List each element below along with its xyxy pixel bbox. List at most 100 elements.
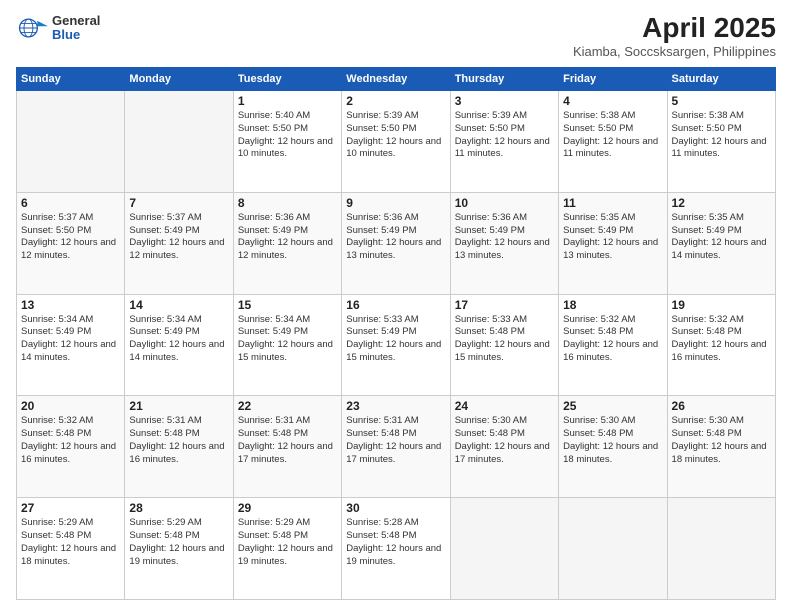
day-info: Sunrise: 5:37 AM Sunset: 5:49 PM Dayligh… bbox=[129, 212, 228, 263]
calendar-cell: 10 Sunrise: 5:36 AM Sunset: 5:49 PM Dayli… bbox=[450, 192, 558, 294]
calendar-cell: 27 Sunrise: 5:29 AM Sunset: 5:48 PM Dayli… bbox=[17, 498, 125, 600]
day-info: Sunrise: 5:33 AM Sunset: 5:48 PM Dayligh… bbox=[455, 314, 554, 365]
calendar-cell: 15Sunrise: 5:34 AM Sunset: 5:49 PM Dayli… bbox=[233, 294, 341, 396]
calendar-cell: 25 Sunrise: 5:30 AM Sunset: 5:48 PM Dayli… bbox=[559, 396, 667, 498]
day-number: 6 bbox=[21, 196, 120, 210]
logo: General Blue bbox=[16, 12, 100, 44]
logo-general-text: General bbox=[52, 14, 100, 28]
day-info: Sunrise: 5:30 AM Sunset: 5:48 PM Dayligh… bbox=[563, 415, 662, 466]
calendar-cell: 2Sunrise: 5:39 AM Sunset: 5:50 PM Daylig… bbox=[342, 91, 450, 193]
day-number: 30 bbox=[346, 501, 445, 515]
calendar-cell: 1 Sunrise: 5:40 AM Sunset: 5:50 PM Daylig… bbox=[233, 91, 341, 193]
calendar-cell: 21 Sunrise: 5:31 AM Sunset: 5:48 PM Dayli… bbox=[125, 396, 233, 498]
day-info: Sunrise: 5:29 AM Sunset: 5:48 PM Dayligh… bbox=[129, 517, 228, 568]
calendar-cell: 26Sunrise: 5:30 AM Sunset: 5:48 PM Dayli… bbox=[667, 396, 775, 498]
day-number: 11 bbox=[563, 196, 662, 210]
day-number: 23 bbox=[346, 399, 445, 413]
calendar-cell: 14 Sunrise: 5:34 AM Sunset: 5:49 PM Dayli… bbox=[125, 294, 233, 396]
day-number: 19 bbox=[672, 298, 771, 312]
title-block: April 2025 Kiamba, Soccsksargen, Philipp… bbox=[573, 12, 776, 59]
calendar-cell: 12 Sunrise: 5:35 AM Sunset: 5:49 PM Dayli… bbox=[667, 192, 775, 294]
calendar-header-row: SundayMondayTuesdayWednesdayThursdayFrid… bbox=[17, 68, 776, 91]
header: General Blue April 2025 Kiamba, Soccsksa… bbox=[16, 12, 776, 59]
calendar-cell: 23Sunrise: 5:31 AM Sunset: 5:48 PM Dayli… bbox=[342, 396, 450, 498]
day-info: Sunrise: 5:40 AM Sunset: 5:50 PM Dayligh… bbox=[238, 110, 337, 161]
calendar-cell: 4 Sunrise: 5:38 AM Sunset: 5:50 PM Daylig… bbox=[559, 91, 667, 193]
day-info: Sunrise: 5:34 AM Sunset: 5:49 PM Dayligh… bbox=[129, 314, 228, 365]
day-number: 24 bbox=[455, 399, 554, 413]
day-number: 7 bbox=[129, 196, 228, 210]
day-header-saturday: Saturday bbox=[667, 68, 775, 91]
day-number: 8 bbox=[238, 196, 337, 210]
day-number: 9 bbox=[346, 196, 445, 210]
calendar-cell: 30 Sunrise: 5:28 AM Sunset: 5:48 PM Dayli… bbox=[342, 498, 450, 600]
day-info: Sunrise: 5:33 AM Sunset: 5:49 PM Dayligh… bbox=[346, 314, 445, 365]
day-info: Sunrise: 5:38 AM Sunset: 5:50 PM Dayligh… bbox=[672, 110, 771, 161]
day-info: Sunrise: 5:36 AM Sunset: 5:49 PM Dayligh… bbox=[238, 212, 337, 263]
day-number: 27 bbox=[21, 501, 120, 515]
calendar-week-2: 6 Sunrise: 5:37 AM Sunset: 5:50 PM Daylig… bbox=[17, 192, 776, 294]
day-info: Sunrise: 5:38 AM Sunset: 5:50 PM Dayligh… bbox=[563, 110, 662, 161]
calendar-week-1: 1 Sunrise: 5:40 AM Sunset: 5:50 PM Daylig… bbox=[17, 91, 776, 193]
calendar-cell: 13 Sunrise: 5:34 AM Sunset: 5:49 PM Dayli… bbox=[17, 294, 125, 396]
calendar-cell: 3Sunrise: 5:39 AM Sunset: 5:50 PM Daylig… bbox=[450, 91, 558, 193]
day-header-sunday: Sunday bbox=[17, 68, 125, 91]
calendar-page: General Blue April 2025 Kiamba, Soccsksa… bbox=[0, 0, 792, 612]
calendar-cell: 11 Sunrise: 5:35 AM Sunset: 5:49 PM Dayli… bbox=[559, 192, 667, 294]
day-number: 15 bbox=[238, 298, 337, 312]
day-header-wednesday: Wednesday bbox=[342, 68, 450, 91]
day-number: 21 bbox=[129, 399, 228, 413]
day-info: Sunrise: 5:34 AM Sunset: 5:49 PM Dayligh… bbox=[21, 314, 120, 365]
day-info: Sunrise: 5:32 AM Sunset: 5:48 PM Dayligh… bbox=[563, 314, 662, 365]
calendar-cell: 20Sunrise: 5:32 AM Sunset: 5:48 PM Dayli… bbox=[17, 396, 125, 498]
calendar-cell: 18 Sunrise: 5:32 AM Sunset: 5:48 PM Dayli… bbox=[559, 294, 667, 396]
calendar-cell bbox=[125, 91, 233, 193]
day-info: Sunrise: 5:37 AM Sunset: 5:50 PM Dayligh… bbox=[21, 212, 120, 263]
calendar-cell: 6 Sunrise: 5:37 AM Sunset: 5:50 PM Daylig… bbox=[17, 192, 125, 294]
calendar-cell bbox=[450, 498, 558, 600]
logo-icon bbox=[16, 12, 48, 44]
month-title: April 2025 bbox=[573, 12, 776, 44]
day-number: 13 bbox=[21, 298, 120, 312]
day-number: 4 bbox=[563, 94, 662, 108]
day-info: Sunrise: 5:31 AM Sunset: 5:48 PM Dayligh… bbox=[129, 415, 228, 466]
day-number: 10 bbox=[455, 196, 554, 210]
day-info: Sunrise: 5:28 AM Sunset: 5:48 PM Dayligh… bbox=[346, 517, 445, 568]
day-info: Sunrise: 5:35 AM Sunset: 5:49 PM Dayligh… bbox=[672, 212, 771, 263]
day-header-tuesday: Tuesday bbox=[233, 68, 341, 91]
day-number: 5 bbox=[672, 94, 771, 108]
calendar-cell: 29Sunrise: 5:29 AM Sunset: 5:48 PM Dayli… bbox=[233, 498, 341, 600]
location: Kiamba, Soccsksargen, Philippines bbox=[573, 44, 776, 59]
calendar-cell: 5 Sunrise: 5:38 AM Sunset: 5:50 PM Daylig… bbox=[667, 91, 775, 193]
day-info: Sunrise: 5:32 AM Sunset: 5:48 PM Dayligh… bbox=[672, 314, 771, 365]
calendar-cell: 19 Sunrise: 5:32 AM Sunset: 5:48 PM Dayli… bbox=[667, 294, 775, 396]
calendar-cell bbox=[17, 91, 125, 193]
day-number: 16 bbox=[346, 298, 445, 312]
calendar-cell: 17 Sunrise: 5:33 AM Sunset: 5:48 PM Dayli… bbox=[450, 294, 558, 396]
day-number: 25 bbox=[563, 399, 662, 413]
day-number: 26 bbox=[672, 399, 771, 413]
day-number: 22 bbox=[238, 399, 337, 413]
day-info: Sunrise: 5:29 AM Sunset: 5:48 PM Dayligh… bbox=[21, 517, 120, 568]
calendar-cell bbox=[559, 498, 667, 600]
day-number: 18 bbox=[563, 298, 662, 312]
logo-text: General Blue bbox=[52, 14, 100, 43]
calendar-cell bbox=[667, 498, 775, 600]
day-header-friday: Friday bbox=[559, 68, 667, 91]
calendar-week-3: 13 Sunrise: 5:34 AM Sunset: 5:49 PM Dayli… bbox=[17, 294, 776, 396]
day-info: Sunrise: 5:36 AM Sunset: 5:49 PM Dayligh… bbox=[455, 212, 554, 263]
day-info: Sunrise: 5:29 AM Sunset: 5:48 PM Dayligh… bbox=[238, 517, 337, 568]
calendar-cell: 16 Sunrise: 5:33 AM Sunset: 5:49 PM Dayli… bbox=[342, 294, 450, 396]
day-number: 14 bbox=[129, 298, 228, 312]
calendar-cell: 7 Sunrise: 5:37 AM Sunset: 5:49 PM Daylig… bbox=[125, 192, 233, 294]
day-info: Sunrise: 5:39 AM Sunset: 5:50 PM Dayligh… bbox=[455, 110, 554, 161]
day-info: Sunrise: 5:35 AM Sunset: 5:49 PM Dayligh… bbox=[563, 212, 662, 263]
logo-blue-text: Blue bbox=[52, 28, 100, 42]
calendar-cell: 24Sunrise: 5:30 AM Sunset: 5:48 PM Dayli… bbox=[450, 396, 558, 498]
day-number: 17 bbox=[455, 298, 554, 312]
day-number: 1 bbox=[238, 94, 337, 108]
day-number: 12 bbox=[672, 196, 771, 210]
calendar-cell: 8 Sunrise: 5:36 AM Sunset: 5:49 PM Daylig… bbox=[233, 192, 341, 294]
calendar-cell: 22Sunrise: 5:31 AM Sunset: 5:48 PM Dayli… bbox=[233, 396, 341, 498]
day-info: Sunrise: 5:32 AM Sunset: 5:48 PM Dayligh… bbox=[21, 415, 120, 466]
